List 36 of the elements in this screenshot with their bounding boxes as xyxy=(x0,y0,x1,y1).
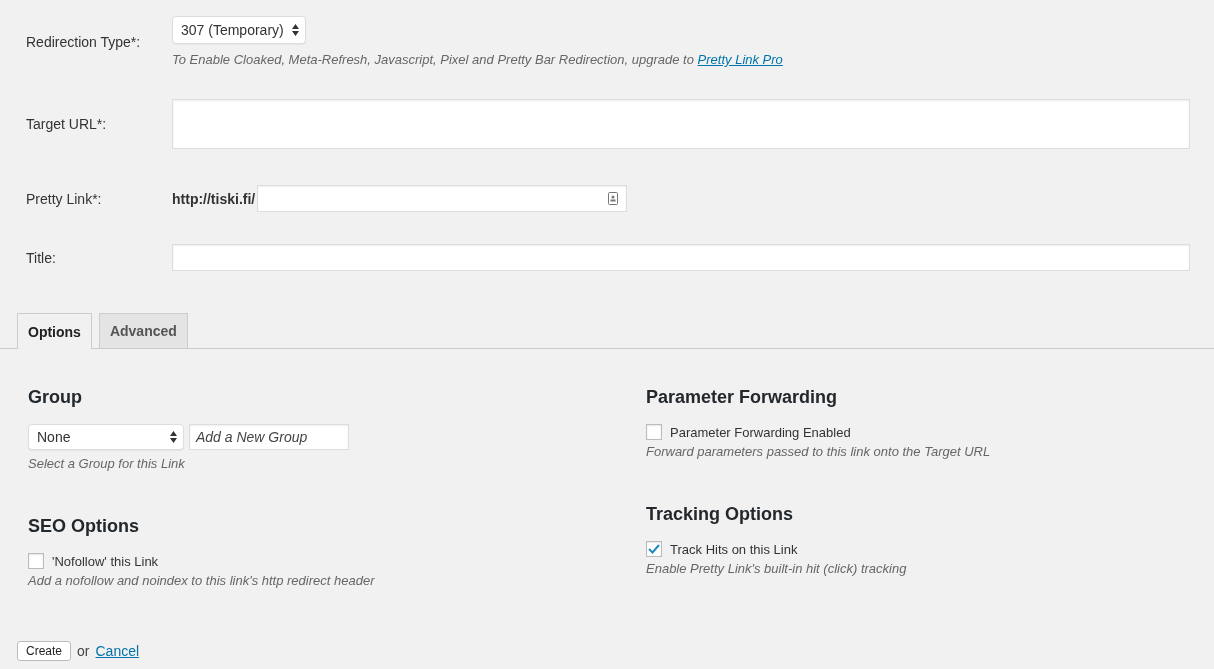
field-label: Redirection Type*: xyxy=(26,33,142,50)
pretty-link-pro-link[interactable]: Pretty Link Pro xyxy=(697,52,783,67)
tab[interactable]: Advanced xyxy=(98,313,188,348)
checkbox[interactable] xyxy=(646,424,662,440)
field-label: Title: xyxy=(26,249,57,266)
upgrade-help-text: To Enable Cloaked, Meta-Refresh, Javascript, Pixel and Pretty Bar Redirection, upgrade to Pretty Link Pro xyxy=(172,52,784,67)
redirection-type-select[interactable]: 307 (Temporary) xyxy=(172,16,306,44)
help-text: Forward parameters passed to this link onto the Target URL xyxy=(646,444,992,459)
field-label: Target URL*: xyxy=(26,116,108,132)
checkbox-label: Track Hits on this Link xyxy=(670,541,798,557)
new-group-field[interactable]: Add a New Group xyxy=(189,424,349,450)
section-heading: SEO Options xyxy=(28,516,140,537)
title-field[interactable] xyxy=(172,244,1190,271)
or-text: or xyxy=(77,643,90,659)
updown-arrows-icon xyxy=(291,24,299,36)
field-label: Pretty Link*: xyxy=(26,190,103,207)
updown-arrows-icon xyxy=(170,431,177,443)
tab[interactable]: Options xyxy=(17,313,92,349)
help-text: Select a Group for this Link xyxy=(28,456,186,471)
help-text: Add a nofollow and noindex to this link's http redirect header xyxy=(28,573,376,588)
help-text: Enable Pretty Link's built-in hit (click) tracking xyxy=(646,561,908,576)
contact-card-icon xyxy=(608,192,619,205)
section-heading: Parameter Forwarding xyxy=(646,387,839,408)
target-url-field[interactable] xyxy=(172,99,1190,149)
checkbox-label: Parameter Forwarding Enabled xyxy=(670,424,851,440)
checkbox-label: 'Nofollow' this Link xyxy=(52,553,159,569)
url-prefix: http://tiski.fi/ xyxy=(172,190,256,207)
checkmark-icon xyxy=(648,544,660,554)
create-button[interactable]: Create xyxy=(17,641,72,661)
checkbox[interactable] xyxy=(646,541,662,557)
pretty-link-field[interactable] xyxy=(257,185,628,212)
section-heading: Tracking Options xyxy=(646,504,795,525)
cancel-link[interactable]: Cancel xyxy=(95,643,140,659)
section-heading: Group xyxy=(28,387,83,408)
group-select[interactable]: None xyxy=(28,424,184,450)
checkbox[interactable] xyxy=(28,553,44,569)
